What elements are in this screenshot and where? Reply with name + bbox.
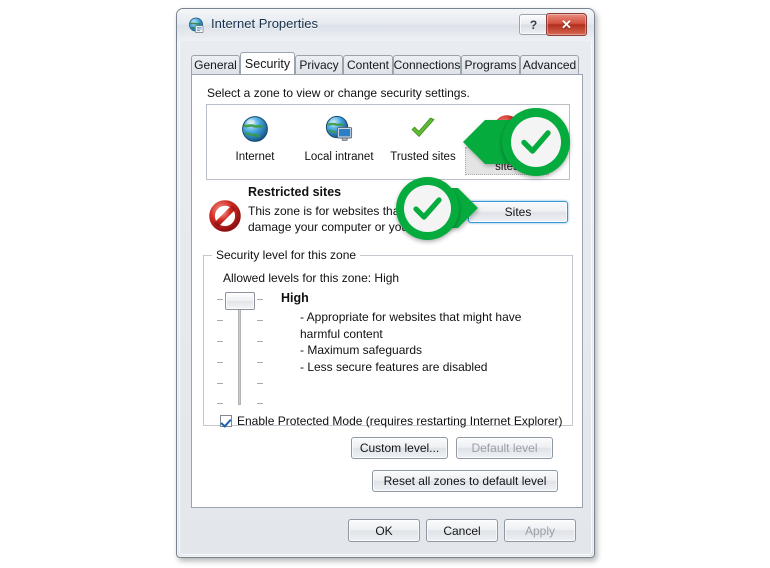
zone-item-trusted-sites[interactable]: Trusted sites: [381, 111, 465, 165]
slider-track: [238, 301, 241, 405]
level-description-list: - Appropriate for websites that might ha…: [300, 309, 540, 375]
protected-mode-checkbox[interactable]: [220, 415, 232, 427]
custom-level-button[interactable]: Custom level...: [351, 437, 448, 459]
help-button[interactable]: ?: [519, 14, 548, 35]
level-bullet: - Less secure features are disabled: [300, 359, 488, 374]
protected-mode-label: Enable Protected Mode (requires restarti…: [237, 414, 563, 428]
slider-tick: [257, 403, 263, 404]
globe-icon: [213, 111, 297, 147]
current-level-label: High: [281, 291, 309, 305]
tab-bar: General Security Privacy Content Connect…: [191, 52, 583, 74]
restricted-sites-zone-callout: [455, 104, 570, 184]
ok-button[interactable]: OK: [348, 519, 420, 542]
default-level-button: Default level: [456, 437, 553, 459]
zone-item-local-intranet[interactable]: Local intranet: [297, 111, 381, 165]
close-button[interactable]: ✕: [546, 13, 587, 36]
tab-privacy[interactable]: Privacy: [295, 55, 343, 74]
slider-tick: [217, 383, 223, 384]
zone-description: Restricted sites This zone is for websit…: [206, 185, 570, 243]
level-bullet: - Appropriate for websites that might ha…: [300, 310, 522, 341]
slider-tick: [217, 299, 223, 300]
allowed-levels-label: Allowed levels for this zone: High: [223, 271, 400, 285]
slider-tick: [257, 299, 263, 300]
protected-mode-row[interactable]: Enable Protected Mode (requires restarti…: [220, 414, 563, 428]
security-level-legend: Security level for this zone: [212, 248, 361, 262]
slider-tick: [257, 320, 263, 321]
zone-label: Local intranet: [304, 151, 374, 163]
level-bullet: - Maximum safeguards: [300, 343, 423, 357]
slider-tick: [217, 362, 223, 363]
tab-content[interactable]: Content: [343, 55, 393, 74]
internet-properties-window: Internet Properties ? ✕ General Security…: [176, 8, 595, 558]
slider-tick: [217, 320, 223, 321]
globe-monitor-icon: [297, 111, 381, 147]
window-title: Internet Properties: [211, 16, 318, 31]
green-check-icon: [381, 111, 465, 147]
cancel-button[interactable]: Cancel: [426, 519, 498, 542]
zone-label: Internet: [235, 151, 275, 163]
tab-programs[interactable]: Programs: [461, 55, 520, 74]
tab-connections[interactable]: Connections: [393, 55, 461, 74]
slider-tick: [217, 341, 223, 342]
window-titlebar[interactable]: Internet Properties ? ✕: [177, 9, 594, 41]
internet-properties-icon: [188, 17, 205, 34]
tab-security[interactable]: Security: [240, 52, 295, 74]
tab-advanced[interactable]: Advanced: [520, 55, 579, 74]
zone-detail-title: Restricted sites: [248, 185, 342, 199]
apply-button: Apply: [504, 519, 576, 542]
tab-general[interactable]: General: [191, 55, 240, 74]
reset-all-zones-button[interactable]: Reset all zones to default level: [372, 470, 558, 492]
slider-tick: [257, 383, 263, 384]
zone-hint-label: Select a zone to view or change security…: [207, 86, 470, 100]
red-prohibition-icon: [208, 199, 242, 233]
zone-item-internet[interactable]: Internet: [213, 111, 297, 165]
green-check-badge-icon: [521, 130, 551, 154]
zone-label: Trusted sites: [390, 151, 456, 163]
green-check-badge-icon: [413, 197, 442, 220]
sites-button-callout: [396, 177, 506, 243]
slider-tick: [257, 362, 263, 363]
screen-root: Internet Properties ? ✕ General Security…: [0, 0, 770, 568]
slider-tick: [217, 403, 223, 404]
slider-thumb[interactable]: [225, 292, 255, 310]
slider-tick: [257, 341, 263, 342]
security-level-slider[interactable]: [214, 291, 266, 407]
